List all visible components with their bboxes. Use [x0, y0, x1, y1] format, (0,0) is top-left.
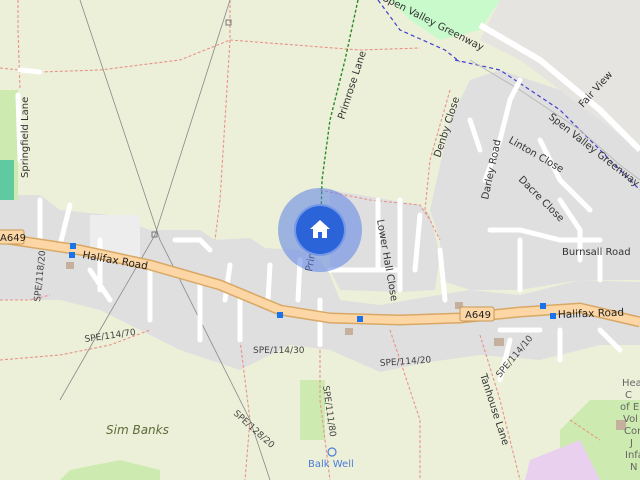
location-marker[interactable] — [278, 188, 362, 272]
map-view[interactable]: A649 A649 Halifax Road Halifax Road Spri… — [0, 0, 640, 480]
bus-stop-icon[interactable] — [277, 312, 283, 318]
bus-stop-icon[interactable] — [357, 316, 363, 322]
bus-stop-icon[interactable] — [69, 252, 75, 258]
home-icon — [310, 220, 330, 238]
bus-stop-icon[interactable] — [550, 313, 556, 319]
bus-stop-icon[interactable] — [70, 243, 76, 249]
bus-stop-icon[interactable] — [540, 303, 546, 309]
